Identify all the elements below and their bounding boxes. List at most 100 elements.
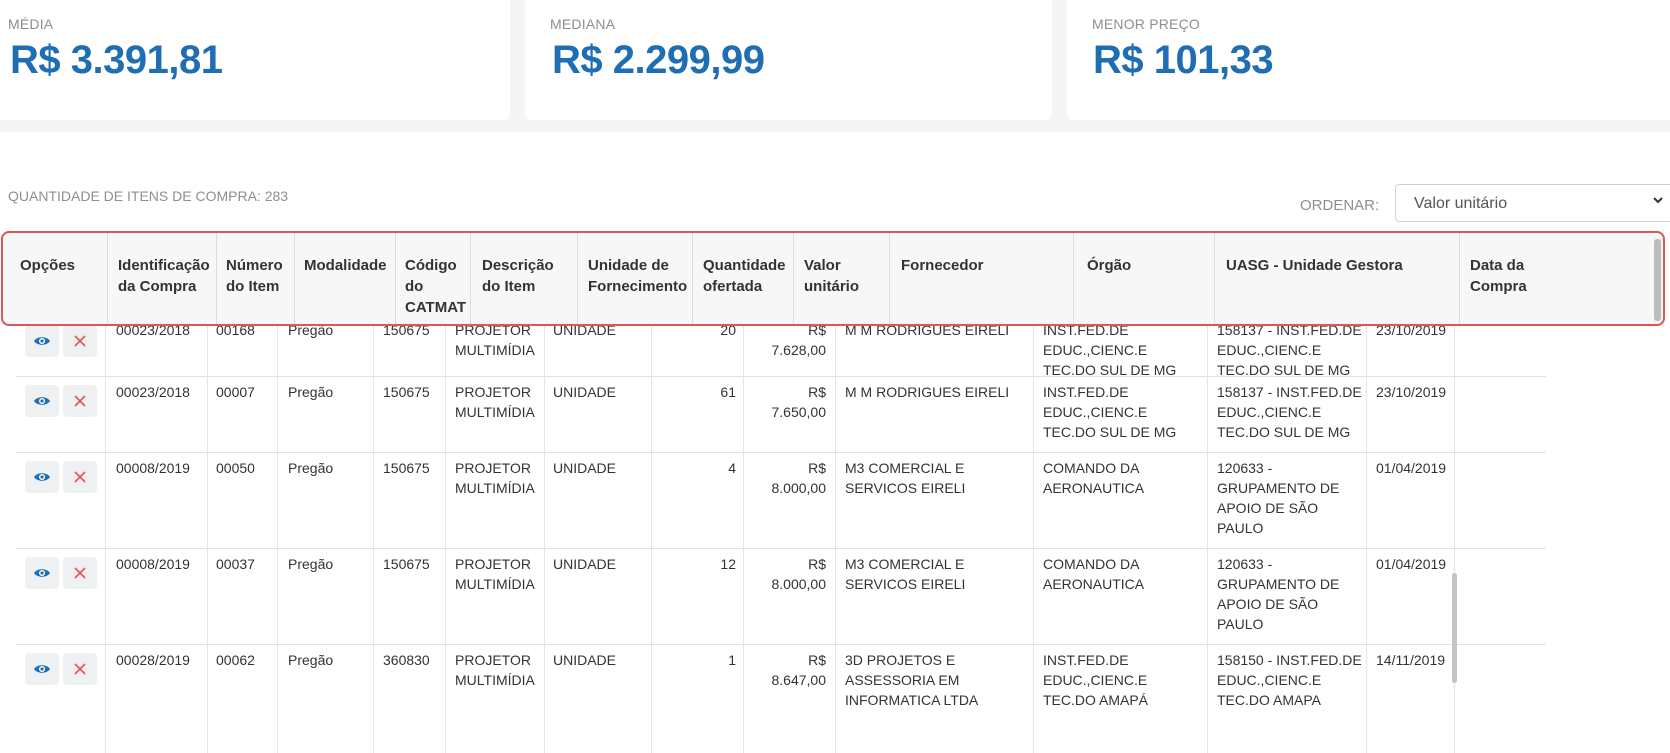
- cell-identificacao: 00023/2018: [116, 384, 190, 400]
- close-icon: [74, 335, 86, 347]
- col-header-unidade[interactable]: Unidade de Fornecimento: [588, 255, 688, 297]
- cell-data: 14/11/2019: [1376, 652, 1446, 668]
- cell-fornecedor: M M RODRIGUES EIRELI: [845, 384, 1010, 400]
- cell-fornecedor: M3 COMERCIAL E SERVICOS EIRELI: [845, 460, 966, 496]
- cell-orgao: INST.FED.DE EDUC.,CIENC.E TEC.DO SUL DE …: [1043, 326, 1177, 378]
- cell-numero-item: 00062: [216, 652, 255, 668]
- view-button[interactable]: [25, 461, 59, 493]
- cell-quantidade: 61: [720, 384, 736, 400]
- stat-label: MÉDIA: [8, 16, 54, 32]
- cell-unidade: UNIDADE: [553, 326, 617, 338]
- col-header-descricao[interactable]: Descrição do Item: [482, 255, 566, 297]
- cell-unidade: UNIDADE: [553, 460, 617, 476]
- cell-descricao: PROJETOR MULTIMÍDIA: [455, 384, 535, 420]
- stat-value: R$ 3.391,81: [10, 38, 223, 82]
- cell-identificacao: 00008/2019: [116, 460, 190, 476]
- cell-catmat: 150675: [383, 460, 430, 476]
- cell-valor: R$ 8.000,00: [771, 460, 827, 496]
- chevron-down-icon: [1652, 193, 1664, 209]
- cell-descricao: PROJETOR MULTIMÍDIA: [455, 652, 535, 688]
- col-header-orgao[interactable]: Órgão: [1087, 255, 1187, 276]
- col-header-fornecedor[interactable]: Fornecedor: [901, 255, 1051, 276]
- cell-modalidade: Pregão: [288, 556, 334, 572]
- view-button[interactable]: [25, 385, 59, 417]
- eye-icon: [34, 397, 50, 405]
- cell-descricao: PROJETOR MULTIMÍDIA: [455, 556, 535, 592]
- col-header-opcoes[interactable]: Opções: [20, 255, 100, 276]
- cell-quantidade: 20: [720, 326, 736, 338]
- eye-icon: [34, 473, 50, 481]
- col-header-numero-item[interactable]: Número do Item: [226, 255, 292, 297]
- close-icon: [74, 567, 86, 579]
- cell-fornecedor: 3D PROJETOS E ASSESSORIA EM INFORMATICA …: [845, 652, 979, 708]
- cell-data: 01/04/2019: [1376, 556, 1447, 572]
- cell-quantidade: 12: [720, 556, 736, 572]
- cell-orgao: COMANDO DA AERONAUTICA: [1043, 460, 1145, 496]
- stat-card-menor-preco: MENOR PREÇO R$ 101,33: [1067, 0, 1670, 120]
- sort-select[interactable]: Valor unitário: [1395, 184, 1670, 222]
- header-scrollbar[interactable]: [1654, 239, 1661, 321]
- stat-label: MENOR PREÇO: [1092, 16, 1200, 32]
- cell-fornecedor: M M RODRIGUES EIRELI: [845, 326, 1010, 338]
- delete-button[interactable]: [63, 461, 97, 493]
- eye-icon: [34, 337, 50, 345]
- cell-catmat: 150675: [383, 556, 430, 572]
- col-header-uasg[interactable]: UASG - Unidade Gestora: [1226, 255, 1446, 276]
- table-row: 00023/2018 00168 Pregão 150675 PROJETOR …: [16, 326, 1546, 378]
- cell-identificacao: 00023/2018: [116, 326, 190, 338]
- cell-identificacao: 00028/2019: [116, 652, 190, 668]
- sort-selected-value: Valor unitário: [1414, 195, 1508, 212]
- cell-valor: R$ 8.647,00: [771, 652, 827, 688]
- table-row: 00023/2018 00007 Pregão 150675 PROJETOR …: [16, 376, 1546, 453]
- stat-value: R$ 2.299,99: [552, 38, 765, 82]
- table-body: 00023/2018 00168 Pregão 150675 PROJETOR …: [16, 326, 1546, 753]
- cell-quantidade: 4: [728, 460, 736, 476]
- cell-uasg: 158150 - INST.FED.DE EDUC.,CIENC.E TEC.D…: [1217, 652, 1362, 708]
- cell-descricao: PROJETOR MULTIMÍDIA: [455, 460, 535, 496]
- col-header-valor[interactable]: Valor unitário: [804, 255, 874, 297]
- cell-valor: R$ 7.650,00: [771, 384, 827, 420]
- cell-modalidade: Pregão: [288, 326, 334, 338]
- sort-label: ORDENAR:: [1300, 197, 1380, 214]
- col-header-identificacao[interactable]: Identificação da Compra: [118, 255, 214, 297]
- delete-button[interactable]: [63, 385, 97, 417]
- col-header-modalidade[interactable]: Modalidade: [304, 255, 394, 276]
- cell-data: 23/10/2019: [1376, 384, 1447, 400]
- table-row: 00028/2019 00062 Pregão 360830 PROJETOR …: [16, 644, 1546, 753]
- delete-button[interactable]: [63, 653, 97, 685]
- cell-numero-item: 00007: [216, 384, 255, 400]
- cell-uasg: 120633 - GRUPAMENTO DE APOIO DE SÃO PAUL…: [1217, 556, 1340, 632]
- cell-modalidade: Pregão: [288, 384, 334, 400]
- cell-unidade: UNIDADE: [553, 384, 617, 400]
- cell-numero-item: 00037: [216, 556, 255, 572]
- cell-orgao: INST.FED.DE EDUC.,CIENC.E TEC.DO SUL DE …: [1043, 384, 1177, 440]
- col-header-quantidade[interactable]: Quantidade ofertada: [703, 255, 793, 297]
- cell-catmat: 150675: [383, 326, 430, 338]
- delete-button[interactable]: [63, 326, 97, 357]
- eye-icon: [34, 665, 50, 673]
- col-header-data[interactable]: Data da Compra: [1470, 255, 1540, 297]
- cell-identificacao: 00008/2019: [116, 556, 190, 572]
- col-header-catmat[interactable]: Código do CATMAT: [405, 255, 467, 318]
- delete-button[interactable]: [63, 557, 97, 589]
- stats-band: MÉDIA R$ 3.391,81 MEDIANA R$ 2.299,99 ME…: [0, 0, 1670, 132]
- table-header: Opções Identificação da Compra Número do…: [1, 231, 1665, 326]
- cell-modalidade: Pregão: [288, 460, 334, 476]
- cell-descricao: PROJETOR MULTIMÍDIA: [455, 326, 535, 358]
- view-button[interactable]: [25, 653, 59, 685]
- quantity-count: QUANTIDADE DE ITENS DE COMPRA: 283: [8, 188, 289, 204]
- cell-fornecedor: M3 COMERCIAL E SERVICOS EIRELI: [845, 556, 966, 592]
- cell-modalidade: Pregão: [288, 652, 334, 668]
- view-button[interactable]: [25, 326, 59, 357]
- cell-orgao: COMANDO DA AERONAUTICA: [1043, 556, 1145, 592]
- cell-unidade: UNIDADE: [553, 556, 617, 572]
- view-button[interactable]: [25, 557, 59, 589]
- cell-numero-item: 00168: [216, 326, 255, 338]
- stat-card-media: MÉDIA R$ 3.391,81: [0, 0, 510, 120]
- cell-uasg: 158137 - INST.FED.DE EDUC.,CIENC.E TEC.D…: [1217, 326, 1362, 378]
- table-right-border: [1454, 326, 1455, 753]
- stat-label: MEDIANA: [550, 16, 616, 32]
- cell-orgao: INST.FED.DE EDUC.,CIENC.E TEC.DO AMAPÁ: [1043, 652, 1149, 708]
- cell-numero-item: 00050: [216, 460, 255, 476]
- table-scrollbar[interactable]: [1452, 573, 1457, 683]
